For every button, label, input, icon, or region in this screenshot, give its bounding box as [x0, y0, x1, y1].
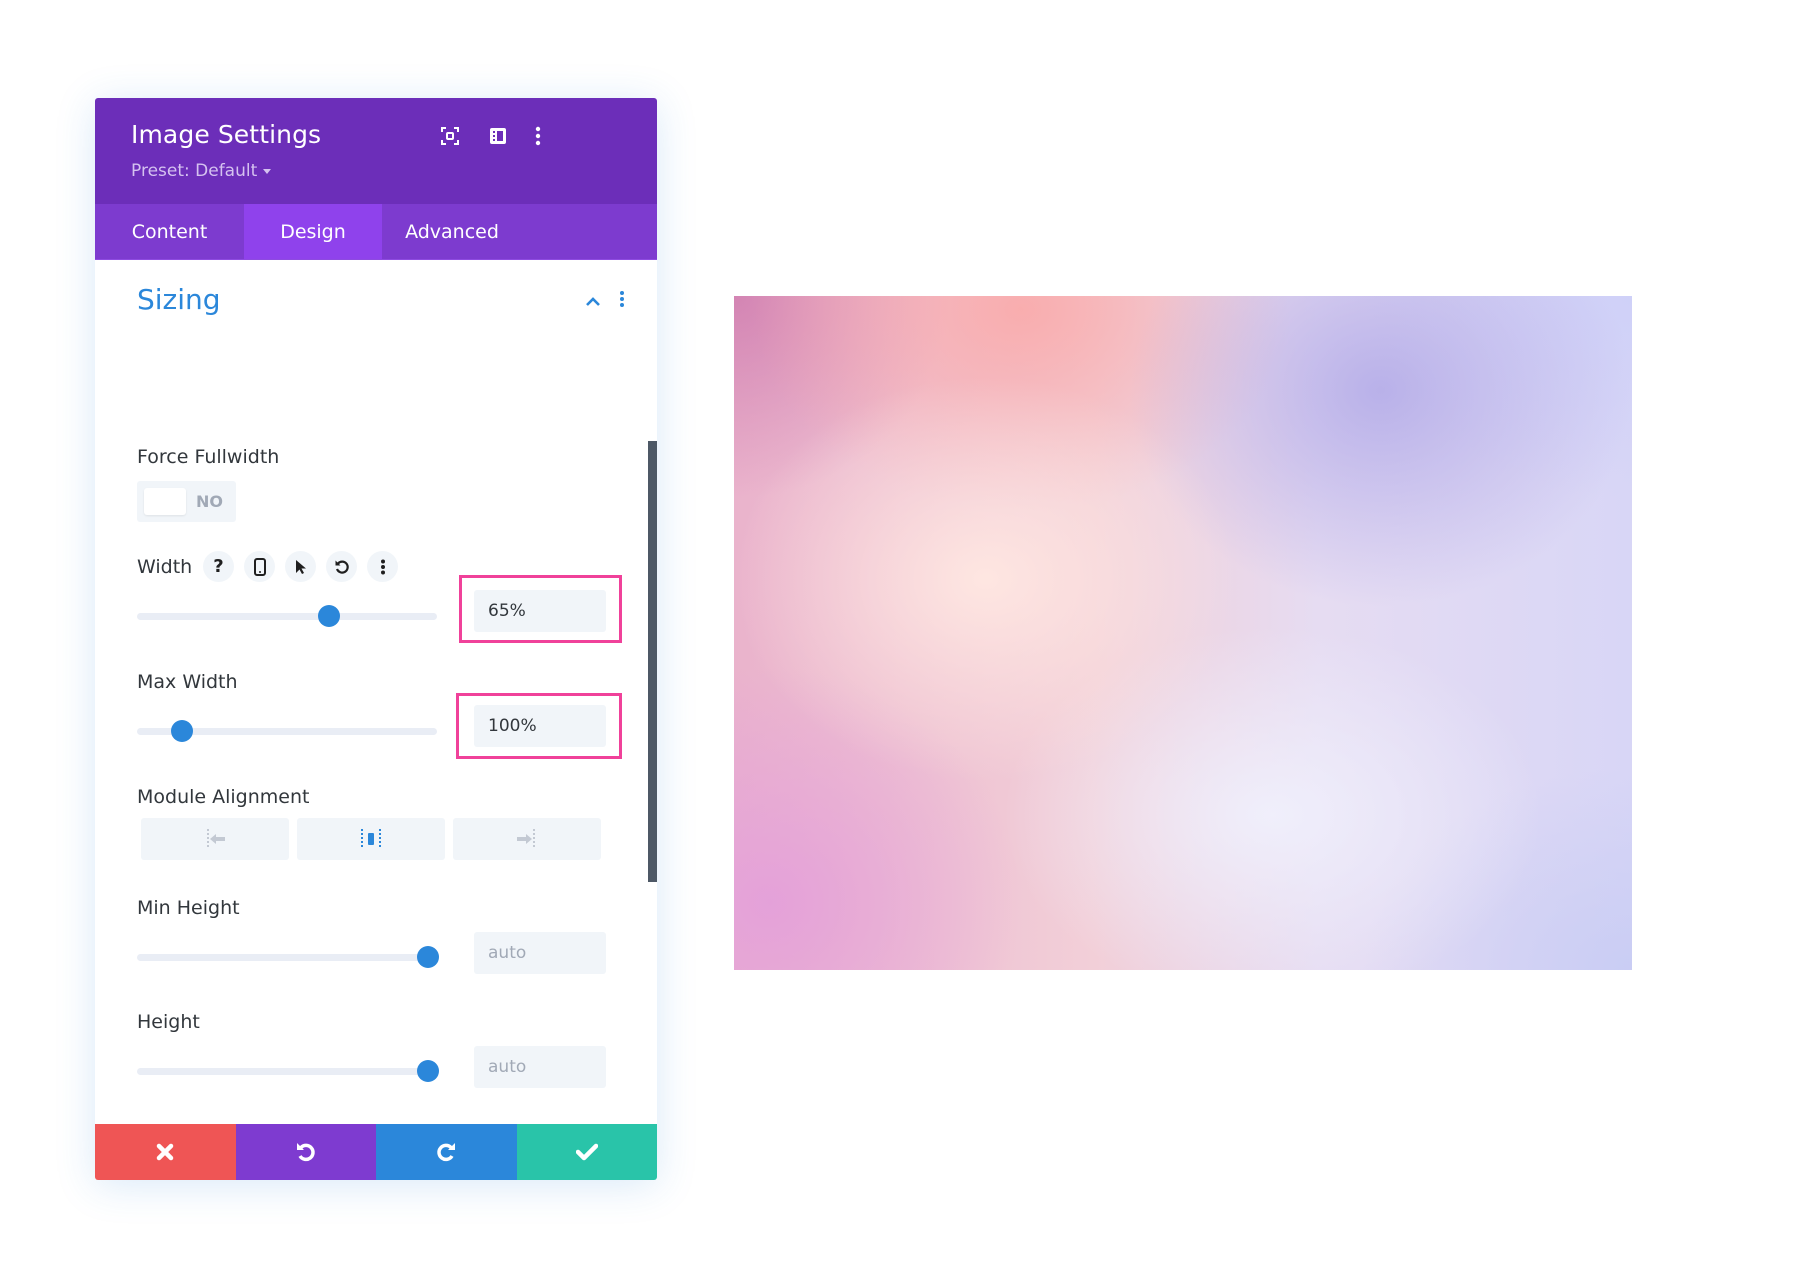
responsive-phone-icon[interactable]	[244, 551, 275, 582]
help-icon[interactable]: ?	[203, 551, 234, 582]
tab-advanced[interactable]: Advanced	[382, 204, 522, 259]
toggle-state-label: NO	[196, 492, 223, 511]
height-slider-thumb[interactable]	[417, 1060, 439, 1082]
scrollbar[interactable]	[648, 441, 657, 882]
width-slider[interactable]	[137, 605, 437, 627]
redo-button[interactable]	[376, 1124, 517, 1180]
panel-body: Sizing Force Fullwidth NO Width ? 65% Ma…	[95, 259, 657, 1147]
preview-gradient-image	[734, 296, 1632, 970]
min-height-slider[interactable]	[137, 946, 439, 968]
section-more-icon[interactable]	[619, 290, 625, 312]
height-input[interactable]	[474, 1046, 606, 1088]
preset-label: Preset: Default	[131, 161, 258, 181]
more-options-icon[interactable]	[524, 122, 552, 150]
align-left-icon	[207, 829, 225, 849]
image-settings-panel: Image Settings Preset: Default Content D…	[95, 98, 657, 1180]
more-icon[interactable]	[367, 551, 398, 582]
align-right-icon	[517, 829, 535, 849]
tab-bar: Content Design Advanced	[95, 204, 657, 260]
width-control-icons: ?	[203, 551, 398, 582]
section-title-sizing[interactable]: Sizing	[137, 283, 221, 316]
toggle-knob	[144, 488, 186, 515]
discard-button[interactable]	[95, 1124, 236, 1180]
max-width-input[interactable]	[474, 705, 606, 747]
tab-design[interactable]: Design	[244, 204, 382, 259]
preset-dropdown[interactable]: Preset: Default	[131, 161, 272, 181]
width-slider-thumb[interactable]	[318, 605, 340, 627]
height-slider[interactable]	[137, 1060, 439, 1082]
undo-icon	[296, 1143, 315, 1162]
focus-mode-icon[interactable]	[436, 122, 464, 150]
caret-down-icon	[263, 168, 272, 174]
tab-content[interactable]: Content	[95, 204, 244, 259]
min-height-input[interactable]	[474, 932, 606, 974]
min-height-label: Min Height	[137, 897, 240, 919]
close-icon	[157, 1143, 174, 1161]
undo-button[interactable]	[235, 1124, 376, 1180]
split-view-icon[interactable]	[484, 122, 512, 150]
min-height-slider-thumb[interactable]	[417, 946, 439, 968]
check-icon	[575, 1143, 598, 1161]
redo-icon	[437, 1143, 456, 1162]
save-button[interactable]	[516, 1124, 657, 1180]
align-center-icon	[361, 829, 381, 849]
height-label: Height	[137, 1011, 200, 1033]
max-width-slider-thumb[interactable]	[171, 720, 193, 742]
chevron-up-icon[interactable]	[585, 292, 601, 311]
align-right-button[interactable]	[453, 818, 601, 860]
panel-header: Image Settings Preset: Default	[95, 98, 657, 204]
panel-title: Image Settings	[131, 120, 322, 149]
force-fullwidth-label: Force Fullwidth	[137, 446, 280, 468]
max-width-label: Max Width	[137, 671, 238, 693]
hover-pointer-icon[interactable]	[285, 551, 316, 582]
width-label: Width	[137, 556, 193, 578]
align-center-button[interactable]	[297, 818, 445, 860]
module-alignment-label: Module Alignment	[137, 786, 310, 808]
panel-footer	[95, 1124, 657, 1180]
align-left-button[interactable]	[141, 818, 289, 860]
force-fullwidth-toggle[interactable]: NO	[137, 481, 236, 522]
max-width-slider[interactable]	[137, 720, 437, 742]
reset-icon[interactable]	[326, 551, 357, 582]
width-input[interactable]	[474, 590, 606, 632]
